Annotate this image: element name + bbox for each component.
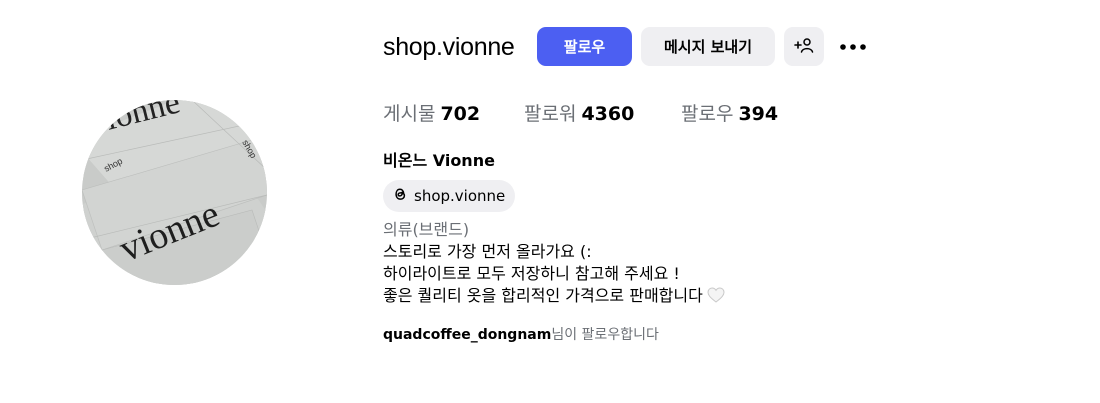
bio-line-with-heart: 좋은 퀄리티 옷을 합리적인 가격으로 판매합니다 [383,285,725,307]
profile-category: 의류(브랜드) [383,220,470,239]
followers-value: 4360 [581,103,635,125]
bio-line-text: 좋은 퀄리티 옷을 합리적인 가격으로 판매합니다 [383,286,703,305]
followed-by-username[interactable]: quadcoffee_dongnam [383,327,551,343]
profile-username: shop.vionne [383,33,515,61]
more-options-button[interactable] [836,32,870,62]
bio-line: 스토리로 가장 먼저 올라가요 (: [383,242,592,261]
profile-avatar[interactable]: vionne shop shop vionne [82,100,267,285]
bio-line: 하이라이트로 모두 저장하니 참고해 주세요 ! [383,264,680,283]
followed-by-suffix: 님이 팔로우합니다 [551,327,659,343]
posts-label: 게시물 [383,103,436,125]
suggested-accounts-button[interactable] [784,27,824,66]
following-label: 팔로우 [681,103,734,125]
follow-button[interactable]: 팔로우 [537,27,632,66]
followed-by[interactable]: quadcoffee_dongnam님이 팔로우합니다 [383,325,659,345]
profile-display-name: 비온느 Vionne [383,151,495,170]
following-count[interactable]: 팔로우 394 [681,101,778,127]
followers-count[interactable]: 팔로워 4360 [524,101,634,127]
threads-handle: shop.vionne [414,187,506,205]
threads-icon [391,185,409,207]
more-horizontal-icon [838,38,868,56]
profile-bio: 스토리로 가장 먼저 올라가요 (: 하이라이트로 모두 저장하니 참고해 주세… [383,241,725,307]
white-heart-icon [707,287,725,303]
followers-label: 팔로워 [524,103,577,125]
avatar-image: vionne shop shop vionne [82,100,267,285]
posts-value: 702 [440,103,481,125]
posts-count: 게시물 702 [383,101,480,127]
following-value: 394 [738,103,779,125]
threads-link[interactable]: shop.vionne [383,180,516,212]
send-message-button[interactable]: 메시지 보내기 [641,27,775,66]
add-person-icon [794,37,814,57]
